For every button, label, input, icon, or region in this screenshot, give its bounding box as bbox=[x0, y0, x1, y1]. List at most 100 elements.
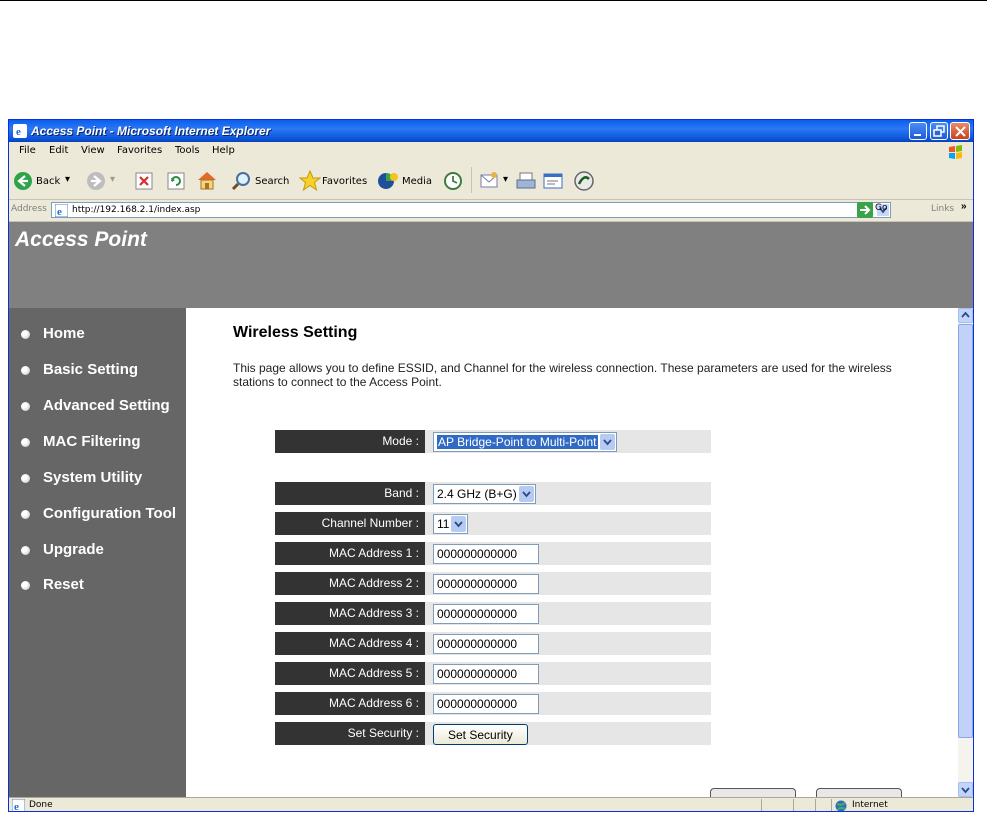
favorites-star-icon[interactable] bbox=[299, 170, 321, 192]
sidebar: Home Basic Setting Advanced Setting MAC … bbox=[9, 308, 186, 797]
stop-icon[interactable] bbox=[135, 172, 153, 190]
title-bar[interactable]: e Access Point - Microsoft Internet Expl… bbox=[9, 120, 973, 142]
go-button[interactable]: Go bbox=[875, 203, 887, 213]
channel-label: Channel Number : bbox=[275, 512, 425, 535]
forward-dropdown-icon[interactable]: ▾ bbox=[110, 174, 115, 185]
scroll-up-button[interactable] bbox=[958, 308, 973, 323]
globe-icon bbox=[835, 800, 847, 811]
restore-button[interactable] bbox=[930, 122, 948, 140]
address-input[interactable]: e http://192.168.2.1/index.asp bbox=[51, 202, 891, 218]
go-arrow-icon[interactable] bbox=[857, 202, 873, 218]
restore-icon bbox=[933, 125, 945, 137]
channel-select-value: 11 bbox=[437, 517, 450, 531]
edit-icon[interactable] bbox=[542, 171, 564, 191]
mac-address-3-input[interactable] bbox=[433, 604, 539, 624]
chevron-up-icon bbox=[961, 311, 970, 318]
bullet-icon bbox=[21, 330, 30, 339]
mac-address-3-label: MAC Address 3 : bbox=[275, 602, 425, 625]
favorites-button-label[interactable]: Favorites bbox=[322, 176, 367, 187]
mac-address-5-input[interactable] bbox=[433, 664, 539, 684]
back-button-label[interactable]: Back bbox=[36, 176, 60, 187]
windows-logo-icon bbox=[949, 145, 962, 159]
page-done-icon: e bbox=[12, 799, 25, 812]
mode-select[interactable]: AP Bridge-Point to Multi-Point bbox=[433, 432, 617, 452]
mail-icon[interactable] bbox=[479, 171, 501, 189]
mac-address-1-input[interactable] bbox=[433, 544, 539, 564]
status-divider bbox=[831, 799, 832, 811]
forward-arrow-icon[interactable] bbox=[86, 171, 106, 191]
form-row-mac-6: MAC Address 6 : bbox=[275, 692, 711, 715]
mac-address-6-input[interactable] bbox=[433, 694, 539, 714]
messenger-icon[interactable] bbox=[573, 170, 595, 192]
bullet-icon bbox=[21, 474, 30, 483]
mac-address-2-input[interactable] bbox=[433, 574, 539, 594]
menu-file[interactable]: File bbox=[19, 145, 36, 156]
svg-text:e: e bbox=[14, 801, 19, 812]
form-row-mac-2: MAC Address 2 : bbox=[275, 572, 711, 595]
status-divider bbox=[761, 799, 762, 811]
page-title: Wireless Setting bbox=[233, 324, 358, 341]
back-dropdown-icon[interactable]: ▾ bbox=[65, 174, 70, 185]
bullet-icon bbox=[21, 546, 30, 555]
media-button-label[interactable]: Media bbox=[402, 176, 432, 187]
sidebar-item-label: Upgrade bbox=[43, 541, 104, 558]
search-icon[interactable] bbox=[231, 171, 251, 191]
cancel-button-partial[interactable] bbox=[816, 788, 902, 797]
history-icon[interactable] bbox=[443, 171, 463, 191]
browser-window: e Access Point - Microsoft Internet Expl… bbox=[8, 119, 974, 812]
security-zone-text: Internet bbox=[852, 800, 888, 810]
menu-favorites[interactable]: Favorites bbox=[117, 145, 162, 156]
mac-address-2-label: MAC Address 2 : bbox=[275, 572, 425, 595]
refresh-icon[interactable] bbox=[167, 172, 185, 190]
back-arrow-icon[interactable] bbox=[13, 171, 33, 191]
bullet-icon bbox=[21, 581, 30, 590]
status-text: Done bbox=[29, 800, 53, 810]
sidebar-item-label: Home bbox=[43, 325, 85, 342]
toolbar-separator bbox=[471, 167, 472, 193]
band-select[interactable]: 2.4 GHz (B+G) bbox=[433, 484, 536, 504]
bullet-icon bbox=[21, 402, 30, 411]
channel-select[interactable]: 11 bbox=[433, 514, 469, 534]
minimize-button[interactable] bbox=[909, 122, 927, 140]
mac-address-4-label: MAC Address 4 : bbox=[275, 632, 425, 655]
svg-text:e: e bbox=[16, 126, 21, 138]
vertical-scrollbar[interactable] bbox=[958, 308, 973, 797]
menu-edit[interactable]: Edit bbox=[49, 145, 68, 156]
menu-tools[interactable]: Tools bbox=[175, 145, 200, 156]
mail-dropdown-icon[interactable]: ▾ bbox=[503, 174, 508, 185]
set-security-button[interactable]: Set Security bbox=[433, 724, 528, 745]
chevron-down-icon bbox=[451, 516, 467, 532]
mode-select-value: AP Bridge-Point to Multi-Point bbox=[437, 435, 598, 449]
document-top-rule bbox=[0, 0, 987, 1]
media-icon[interactable] bbox=[377, 171, 399, 191]
close-icon bbox=[955, 126, 966, 137]
scroll-down-button[interactable] bbox=[958, 782, 973, 797]
apply-button-partial[interactable] bbox=[710, 788, 796, 797]
sidebar-item-label: Configuration Tool bbox=[43, 505, 177, 522]
home-icon[interactable] bbox=[196, 170, 218, 190]
search-button-label[interactable]: Search bbox=[255, 176, 289, 187]
set-security-label: Set Security : bbox=[275, 722, 425, 745]
close-button[interactable] bbox=[950, 122, 970, 140]
mac-address-5-label: MAC Address 5 : bbox=[275, 662, 425, 685]
window-title: Access Point - Microsoft Internet Explor… bbox=[31, 124, 271, 138]
print-icon[interactable] bbox=[515, 171, 537, 191]
page-description: This page allows you to define ESSID, an… bbox=[233, 361, 892, 389]
address-label: Address bbox=[11, 204, 47, 214]
form-row-band: Band : 2.4 GHz (B+G) bbox=[275, 482, 711, 505]
address-url: http://192.168.2.1/index.asp bbox=[72, 205, 201, 215]
links-chevron-icon[interactable]: » bbox=[961, 201, 967, 212]
page-header: Access Point bbox=[9, 222, 973, 308]
mac-address-4-input[interactable] bbox=[433, 634, 539, 654]
mac-address-1-label: MAC Address 1 : bbox=[275, 542, 425, 565]
menu-bar: File Edit View Favorites Tools Help bbox=[9, 142, 973, 162]
form-row-mac-3: MAC Address 3 : bbox=[275, 602, 711, 625]
main-panel: Wireless Setting This page allows you to… bbox=[186, 308, 958, 797]
address-bar: Address e http://192.168.2.1/index.asp G… bbox=[9, 200, 973, 222]
menu-view[interactable]: View bbox=[81, 145, 105, 156]
links-button[interactable]: Links bbox=[931, 204, 954, 214]
mode-label: Mode : bbox=[275, 430, 425, 453]
scroll-thumb[interactable] bbox=[958, 324, 973, 738]
band-select-value: 2.4 GHz (B+G) bbox=[437, 487, 517, 501]
menu-help[interactable]: Help bbox=[212, 145, 235, 156]
